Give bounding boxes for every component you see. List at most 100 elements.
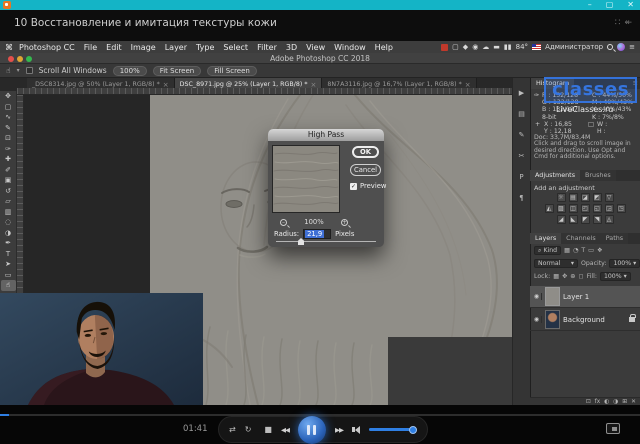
layer-thumbnail[interactable] bbox=[545, 287, 560, 306]
lock-option-icon[interactable]: ⊕ bbox=[570, 273, 575, 280]
menu-item[interactable]: Window bbox=[334, 43, 366, 52]
adjustment-icon[interactable]: ▨ bbox=[557, 204, 566, 213]
menu-item[interactable]: Photoshop CC bbox=[19, 43, 75, 52]
search-icon[interactable] bbox=[607, 44, 613, 50]
layers-footer-icon[interactable]: ◐ bbox=[604, 399, 609, 405]
blur-tool[interactable]: ◌ bbox=[1, 217, 16, 228]
layers-footer-icon[interactable]: ◑ bbox=[613, 399, 618, 405]
menu-item[interactable]: Layer bbox=[165, 43, 187, 52]
tool-preset-caret-icon[interactable]: ▾ bbox=[17, 67, 20, 74]
menu-item[interactable]: View bbox=[306, 43, 325, 52]
path-selection-tool[interactable]: ➤ bbox=[1, 259, 16, 270]
fill-screen-button[interactable]: Fill Screen bbox=[207, 66, 257, 76]
display-icon[interactable]: ▢ bbox=[452, 43, 459, 51]
layer-filter-icon[interactable]: T bbox=[581, 247, 585, 254]
layers-panel-tab[interactable]: Layers bbox=[530, 233, 561, 244]
menu-item[interactable]: Help bbox=[375, 43, 393, 52]
layers-panel-tab[interactable]: Channels bbox=[561, 233, 601, 244]
apps-grid-icon[interactable]: ∷ bbox=[615, 18, 621, 28]
layer-row-background[interactable]: ◉ Background bbox=[530, 309, 640, 331]
volume-handle[interactable] bbox=[409, 426, 417, 434]
back-arrow-icon[interactable]: ↞ bbox=[624, 18, 632, 28]
brush-settings-panel-icon[interactable]: ✎ bbox=[519, 126, 525, 147]
adjustment-icon[interactable]: ◫ bbox=[569, 204, 578, 213]
adjustment-icon[interactable]: ▽ bbox=[605, 193, 614, 202]
opacity-value[interactable]: 100%▾ bbox=[609, 259, 640, 268]
fit-screen-button[interactable]: Fit Screen bbox=[153, 66, 202, 76]
type-tool[interactable]: T bbox=[1, 249, 16, 260]
menu-item[interactable]: Select bbox=[223, 43, 248, 52]
layer-filter-icon[interactable]: ▭ bbox=[588, 247, 594, 254]
preview-checkbox[interactable]: ✓ bbox=[350, 183, 357, 190]
history-panel-icon[interactable]: ▤ bbox=[518, 105, 525, 126]
menu-item[interactable]: File bbox=[84, 43, 97, 52]
scroll-all-windows-checkbox[interactable] bbox=[26, 67, 33, 74]
dodge-tool[interactable]: ◑ bbox=[1, 228, 16, 239]
ok-button[interactable]: OK bbox=[352, 146, 379, 158]
adjustment-icon[interactable]: ◥ bbox=[593, 215, 602, 224]
user-menu[interactable]: Администратор bbox=[545, 43, 603, 51]
menu-item[interactable]: 3D bbox=[286, 43, 297, 52]
layer-filter-kind[interactable]: ⌕Kind bbox=[534, 246, 561, 255]
layers-footer-icon[interactable]: ⊞ bbox=[622, 399, 627, 405]
healing-brush-tool[interactable]: ✚ bbox=[1, 154, 16, 165]
adjustment-icon[interactable]: ◰ bbox=[581, 204, 590, 213]
character-panel-icon[interactable]: P bbox=[519, 168, 523, 189]
clone-stamp-tool[interactable]: ▣ bbox=[1, 175, 16, 186]
clone-source-panel-icon[interactable]: ✂ bbox=[519, 147, 525, 168]
volume-icon[interactable] bbox=[352, 426, 360, 434]
blend-mode-select[interactable]: Normal▾ bbox=[534, 259, 578, 268]
adjustment-icon[interactable]: ◲ bbox=[605, 204, 614, 213]
assistant-icon[interactable] bbox=[617, 43, 625, 51]
actions-panel-icon[interactable]: ▶ bbox=[519, 84, 524, 105]
adjustment-icon[interactable]: ◤ bbox=[581, 215, 590, 224]
layers-footer-icon[interactable]: ⊡ bbox=[586, 399, 591, 405]
crop-tool[interactable]: ⊡ bbox=[1, 133, 16, 144]
paragraph-panel-icon[interactable]: ¶ bbox=[519, 189, 523, 210]
fast-forward-button[interactable]: ▶▶ bbox=[335, 426, 343, 434]
screen-icon[interactable]: ▬ bbox=[493, 43, 500, 51]
adjustment-icon[interactable]: ◪ bbox=[581, 193, 590, 202]
eraser-tool[interactable]: ▱ bbox=[1, 196, 16, 207]
layer-thumbnail[interactable] bbox=[545, 310, 560, 329]
adjustment-icon[interactable]: ◳ bbox=[617, 204, 626, 213]
radius-slider-handle[interactable] bbox=[298, 238, 304, 245]
tab-brushes[interactable]: Brushes bbox=[580, 170, 616, 181]
lasso-tool[interactable]: ∿ bbox=[1, 112, 16, 123]
gradient-tool[interactable]: ▥ bbox=[1, 207, 16, 218]
us-flag-icon[interactable] bbox=[532, 44, 541, 50]
close-button[interactable]: ✕ bbox=[627, 0, 634, 10]
shuffle-icon[interactable]: ⇄ bbox=[229, 426, 236, 434]
brush-tool[interactable]: ✐ bbox=[1, 165, 16, 176]
layer-row-layer1[interactable]: ◉ Layer 1 bbox=[530, 286, 640, 308]
layers-panel-tab[interactable]: Paths bbox=[601, 233, 628, 244]
pen-tool[interactable]: ✒ bbox=[1, 238, 16, 249]
camera-icon[interactable]: ◉ bbox=[472, 43, 478, 51]
cloud-icon[interactable]: ☁ bbox=[482, 43, 489, 51]
adjustment-icon[interactable]: ◣ bbox=[569, 215, 578, 224]
dropbox-icon[interactable]: ◆ bbox=[463, 43, 468, 51]
layers-footer-icon[interactable]: ✕ bbox=[631, 399, 636, 405]
stats-icon[interactable]: ▮▮ bbox=[504, 43, 512, 51]
shape-tool[interactable]: ▭ bbox=[1, 270, 16, 281]
hand-tool[interactable]: ☝ bbox=[1, 280, 16, 291]
menu-item[interactable]: Edit bbox=[106, 43, 122, 52]
history-brush-tool[interactable]: ↺ bbox=[1, 186, 16, 197]
radius-slider-track[interactable] bbox=[276, 241, 376, 242]
adjustment-icon[interactable]: ☼ bbox=[557, 193, 566, 202]
apple-menu-icon[interactable]: ⌘ bbox=[5, 43, 13, 52]
zoom-in-icon[interactable]: + bbox=[341, 219, 348, 226]
fullscreen-icon[interactable] bbox=[606, 423, 620, 434]
volume-slider[interactable] bbox=[369, 428, 417, 431]
lock-option-icon[interactable]: ▦ bbox=[553, 273, 559, 280]
adjustment-icon[interactable]: ◭ bbox=[545, 204, 554, 213]
layer-filter-icon[interactable]: ◔ bbox=[573, 247, 578, 254]
dialog-title[interactable]: High Pass bbox=[268, 129, 384, 141]
quick-selection-tool[interactable]: ✎ bbox=[1, 123, 16, 134]
fill-value[interactable]: 100%▾ bbox=[600, 272, 631, 281]
zoom-100-button[interactable]: 100% bbox=[113, 66, 147, 76]
zoom-out-icon[interactable]: – bbox=[280, 219, 287, 226]
menu-item[interactable]: Type bbox=[196, 43, 214, 52]
layer-filter-icon[interactable]: ❖ bbox=[597, 247, 603, 254]
adjustment-icon[interactable]: ◢ bbox=[557, 215, 566, 224]
